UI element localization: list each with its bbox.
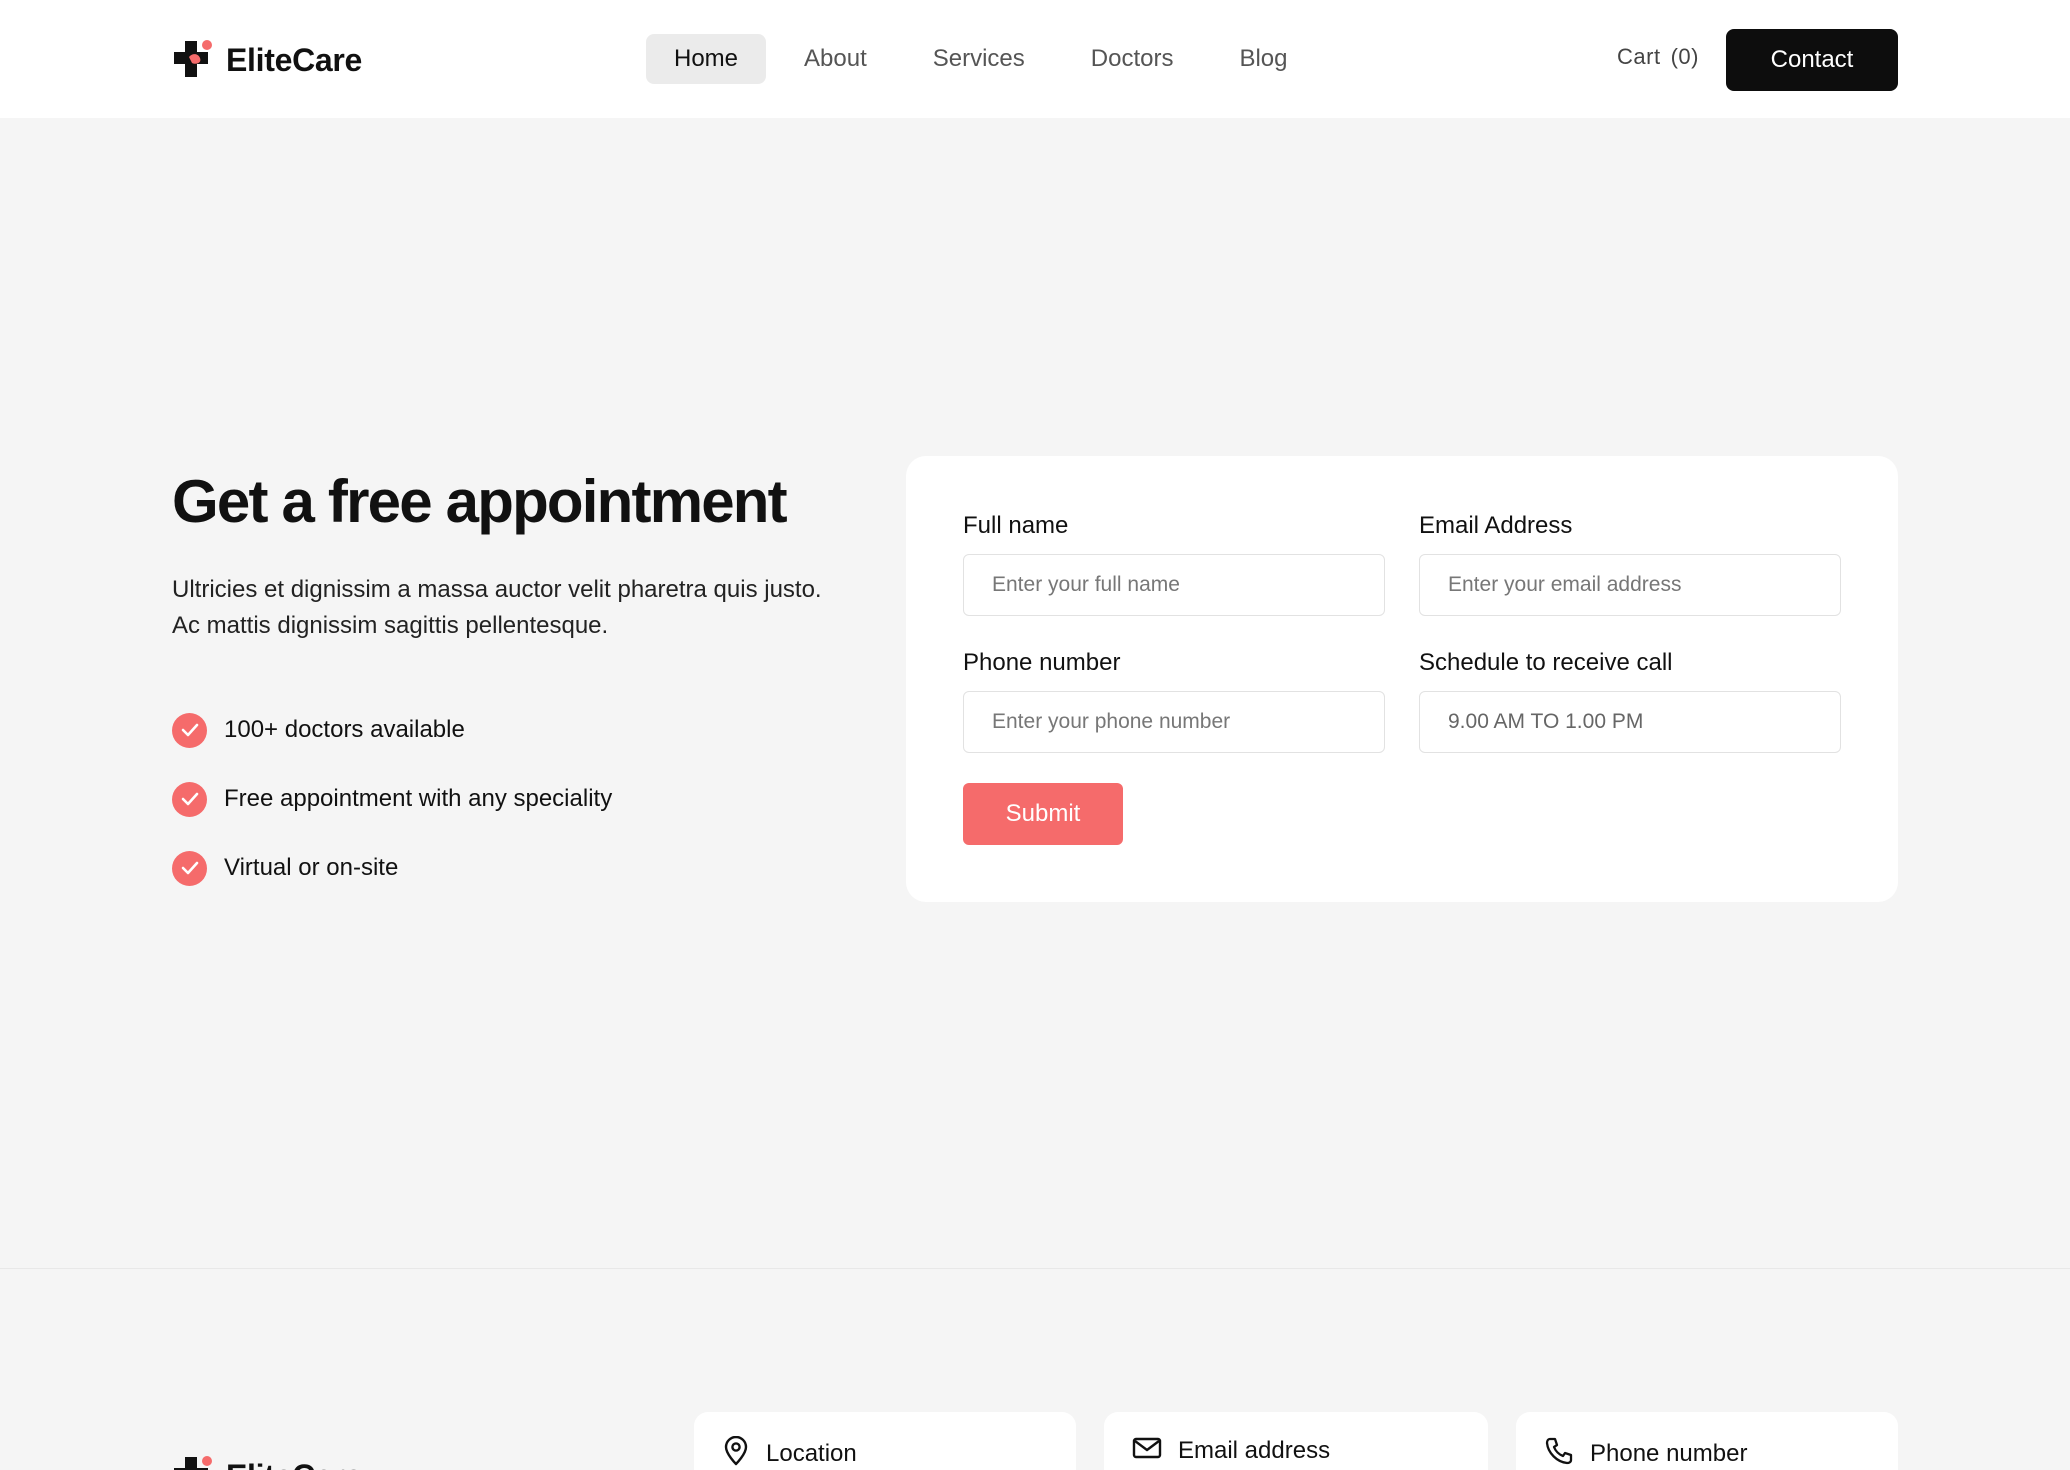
phone-input[interactable] (963, 691, 1385, 753)
schedule-input[interactable] (1419, 691, 1841, 753)
mail-icon (1132, 1436, 1162, 1465)
email-label: Email Address (1419, 512, 1573, 539)
full-name-input[interactable] (963, 554, 1385, 616)
feature-list: 100+ doctors available Free appointment … (172, 712, 612, 919)
hero-title: Get a free appointment (172, 468, 788, 535)
feature-text: 100+ doctors available (224, 716, 465, 743)
site-header: EliteCare Home About Services Doctors Bl… (0, 0, 2070, 118)
info-card-label: Email address (1178, 1436, 1331, 1464)
footer-brand-logo[interactable]: EliteCare (172, 1455, 362, 1470)
info-card-label: Location (766, 1439, 857, 1467)
section-divider (0, 1268, 2070, 1269)
info-card-label: Phone number (1590, 1439, 1748, 1467)
brand-name: EliteCare (226, 41, 363, 78)
nav-item-about[interactable]: About (776, 34, 895, 84)
submit-button[interactable]: Submit (963, 783, 1123, 845)
medical-cross-logo-icon (172, 39, 214, 81)
cart-link[interactable]: Cart (0) (1617, 44, 1699, 70)
info-card-email[interactable]: Email address (1104, 1412, 1488, 1470)
feature-item: Free appointment with any speciality (172, 781, 612, 817)
info-card-phone[interactable]: Phone number (1516, 1412, 1898, 1470)
info-card-location[interactable]: Location (694, 1412, 1076, 1470)
phone-icon (1544, 1436, 1574, 1470)
location-pin-icon (722, 1435, 750, 1470)
brand-logo[interactable]: EliteCare (172, 39, 362, 81)
feature-text: Free appointment with any speciality (224, 785, 613, 812)
nav-item-doctors[interactable]: Doctors (1063, 34, 1202, 84)
check-circle-icon (172, 712, 207, 748)
full-name-label: Full name (963, 512, 1069, 539)
nav-item-home[interactable]: Home (646, 34, 767, 84)
schedule-label: Schedule to receive call (1419, 649, 1673, 676)
feature-item: Virtual or on-site (172, 850, 612, 886)
appointment-form-card: Full name Email Address Phone number Sch… (906, 456, 1898, 902)
phone-label: Phone number (963, 649, 1121, 676)
main-nav: Home About Services Doctors Blog (646, 34, 1326, 84)
contact-button[interactable]: Contact (1726, 29, 1898, 91)
feature-text: Virtual or on-site (224, 854, 399, 881)
hero-description: Ultricies et dignissim a massa auctor ve… (172, 576, 822, 639)
check-circle-icon (172, 781, 207, 817)
nav-item-blog[interactable]: Blog (1211, 34, 1315, 84)
medical-cross-logo-icon (172, 1455, 214, 1470)
cart-count: (0) (1670, 44, 1699, 69)
email-input[interactable] (1419, 554, 1841, 616)
cart-label: Cart (1617, 44, 1661, 69)
footer-brand-name: EliteCare (226, 1458, 362, 1470)
feature-item: 100+ doctors available (172, 712, 612, 748)
nav-item-services[interactable]: Services (905, 34, 1053, 84)
check-circle-icon (172, 850, 207, 886)
